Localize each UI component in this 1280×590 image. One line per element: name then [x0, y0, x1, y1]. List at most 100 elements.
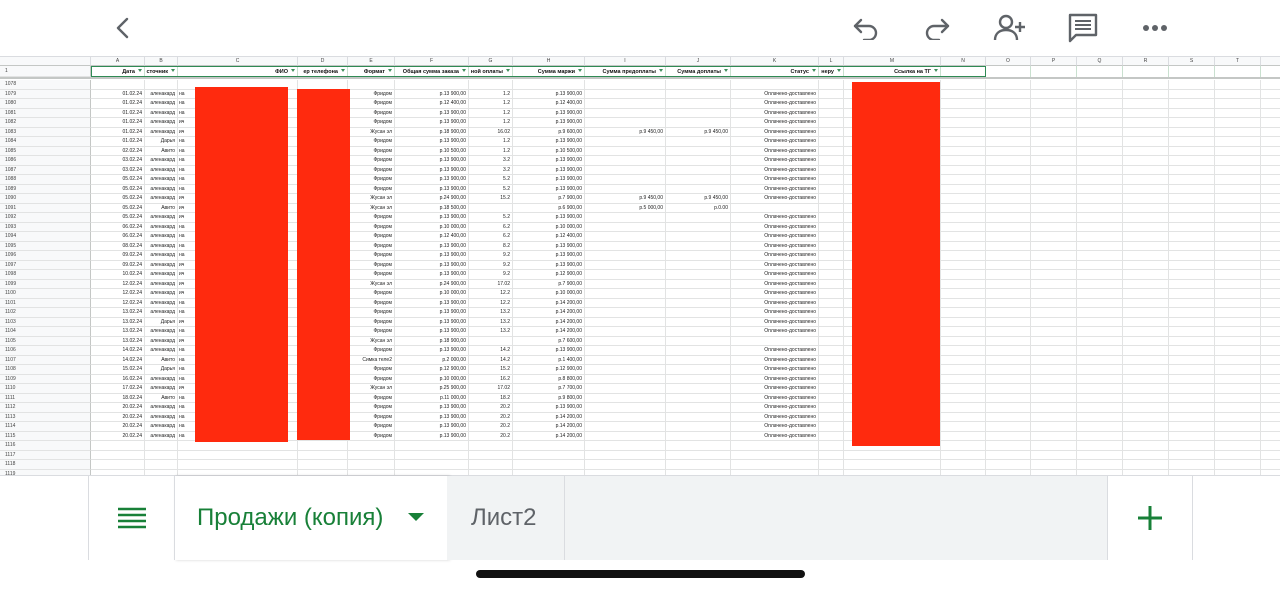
table-cell[interactable]: [395, 450, 469, 460]
table-cell[interactable]: [1215, 431, 1261, 441]
table-cell[interactable]: Оплачено-доставлено: [731, 431, 819, 441]
table-cell[interactable]: р.13 900,00: [513, 108, 585, 118]
table-cell[interactable]: Оплачено-доставлено: [731, 99, 819, 109]
row-number[interactable]: 1118: [0, 460, 91, 470]
table-cell[interactable]: [585, 289, 666, 299]
column-header-j[interactable]: J: [666, 57, 731, 66]
table-cell[interactable]: Фридом: [348, 137, 395, 147]
table-cell[interactable]: [1215, 308, 1261, 318]
table-cell[interactable]: [986, 146, 1031, 156]
table-cell[interactable]: р.13 900,00: [395, 137, 469, 147]
column-header-q[interactable]: Q: [1077, 57, 1123, 66]
table-cell[interactable]: 6.2: [469, 232, 513, 242]
table-cell[interactable]: [1123, 355, 1169, 365]
table-cell[interactable]: [666, 251, 731, 261]
table-cell[interactable]: [819, 355, 844, 365]
column-title[interactable]: Статус: [731, 66, 819, 77]
table-cell[interactable]: р.11 000,00: [395, 393, 469, 403]
table-cell[interactable]: [1077, 336, 1123, 346]
table-cell[interactable]: [1261, 289, 1280, 299]
row-number[interactable]: 1081: [0, 108, 91, 118]
table-cell[interactable]: Оплачено-доставлено: [731, 137, 819, 147]
table-cell[interactable]: [1261, 261, 1280, 270]
table-cell[interactable]: [513, 441, 585, 451]
table-cell[interactable]: [1123, 317, 1169, 327]
table-cell[interactable]: аленакард: [145, 251, 178, 261]
table-cell[interactable]: р.12 900,00: [395, 365, 469, 375]
table-cell[interactable]: 14.02.24: [91, 346, 145, 356]
table-cell[interactable]: Фридом: [348, 270, 395, 280]
table-cell[interactable]: [731, 80, 819, 90]
table-cell[interactable]: р.14 200,00: [513, 327, 585, 337]
table-cell[interactable]: Дарья: [145, 137, 178, 147]
table-cell[interactable]: [585, 137, 666, 147]
table-cell[interactable]: [585, 232, 666, 242]
row-number[interactable]: 1091: [0, 203, 91, 213]
table-cell[interactable]: [819, 137, 844, 147]
table-cell[interactable]: [1031, 365, 1077, 375]
table-cell[interactable]: [986, 222, 1031, 232]
row-number[interactable]: 1117: [0, 450, 91, 460]
table-cell[interactable]: [986, 194, 1031, 204]
column-title[interactable]: [1077, 66, 1123, 77]
filter-icon[interactable]: [138, 69, 142, 72]
table-cell[interactable]: [941, 393, 986, 403]
table-cell[interactable]: [1261, 413, 1280, 422]
table-cell[interactable]: [1031, 289, 1077, 299]
table-cell[interactable]: [666, 336, 731, 346]
table-cell[interactable]: р.13 900,00: [513, 156, 585, 166]
share-button[interactable]: [990, 8, 1030, 48]
table-cell[interactable]: р.13 900,00: [513, 346, 585, 356]
table-cell[interactable]: [1077, 393, 1123, 403]
table-cell[interactable]: [1031, 431, 1077, 441]
table-cell[interactable]: р.6 900,00: [513, 203, 585, 213]
table-cell[interactable]: [1077, 450, 1123, 460]
table-cell[interactable]: р.13 900,00: [513, 251, 585, 261]
table-cell[interactable]: [941, 450, 986, 460]
table-cell[interactable]: Авито: [145, 393, 178, 403]
table-cell[interactable]: р.10 500,00: [513, 146, 585, 156]
table-cell[interactable]: 09.02.24: [91, 251, 145, 261]
table-cell[interactable]: 05.02.24: [91, 213, 145, 223]
table-cell[interactable]: [1031, 99, 1077, 109]
table-cell[interactable]: аленакард: [145, 241, 178, 251]
table-cell[interactable]: [666, 213, 731, 223]
table-cell[interactable]: [1215, 289, 1261, 299]
table-cell[interactable]: р.24 900,00: [395, 279, 469, 289]
table-cell[interactable]: р.13 900,00: [395, 184, 469, 194]
table-cell[interactable]: [941, 213, 986, 223]
table-cell[interactable]: [1077, 441, 1123, 451]
table-cell[interactable]: [145, 441, 178, 451]
table-cell[interactable]: [1123, 346, 1169, 356]
table-cell[interactable]: Оплачено-доставлено: [731, 355, 819, 365]
table-cell[interactable]: Фридом: [348, 241, 395, 251]
filter-icon[interactable]: [341, 69, 345, 72]
table-cell[interactable]: [941, 422, 986, 432]
table-cell[interactable]: [1123, 137, 1169, 147]
table-cell[interactable]: [1261, 137, 1280, 147]
table-cell[interactable]: [1261, 175, 1280, 185]
row-number[interactable]: 1112: [0, 403, 91, 413]
table-cell[interactable]: [1123, 232, 1169, 242]
table-cell[interactable]: [1215, 327, 1261, 337]
table-cell[interactable]: [1077, 327, 1123, 337]
table-cell[interactable]: 8.2: [469, 241, 513, 251]
table-cell[interactable]: 12.2: [469, 289, 513, 299]
table-cell[interactable]: [585, 251, 666, 261]
table-cell[interactable]: [1077, 260, 1123, 270]
table-cell[interactable]: [1123, 289, 1169, 299]
table-cell[interactable]: [819, 165, 844, 175]
table-cell[interactable]: [1123, 460, 1169, 470]
table-cell[interactable]: [986, 241, 1031, 251]
table-cell[interactable]: [1077, 289, 1123, 299]
table-cell[interactable]: [1031, 317, 1077, 327]
table-cell[interactable]: Фридом: [348, 222, 395, 232]
table-cell[interactable]: [986, 118, 1031, 128]
table-cell[interactable]: р.13 900,00: [513, 165, 585, 175]
table-cell[interactable]: р.10 000,00: [395, 374, 469, 384]
table-cell[interactable]: р.1 400,00: [513, 355, 585, 365]
table-cell[interactable]: [666, 118, 731, 128]
table-cell[interactable]: 12.02.24: [91, 279, 145, 289]
table-cell[interactable]: 13.02.24: [91, 308, 145, 318]
table-cell[interactable]: [1169, 260, 1215, 270]
